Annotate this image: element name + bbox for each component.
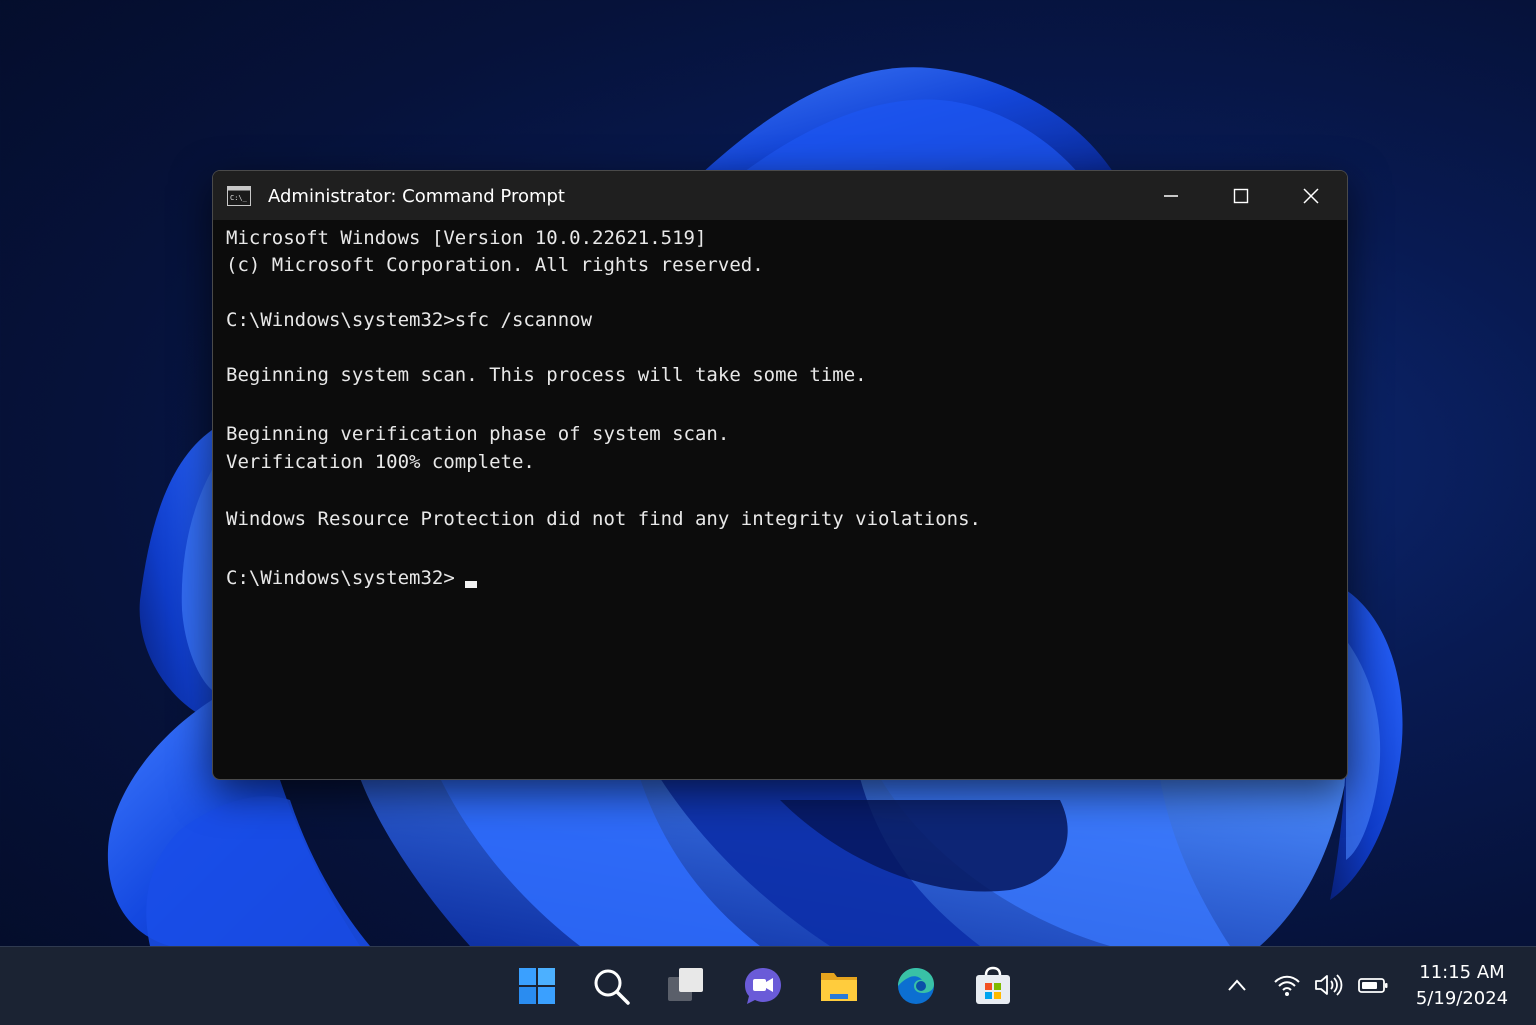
svg-text:C:\_: C:\_ — [230, 194, 248, 202]
text-cursor — [464, 581, 477, 588]
task-view-icon[interactable] — [665, 965, 707, 1007]
wifi-icon[interactable] — [1273, 971, 1301, 999]
command-prompt-icon: C:\_ — [227, 186, 251, 206]
console-line: Microsoft Windows [Version 10.0.22621.51… — [226, 227, 707, 249]
window-title: Administrator: Command Prompt — [268, 186, 565, 207]
console-line: Beginning system scan. This process will… — [226, 364, 867, 386]
prompt-line[interactable]: C:\Windows\system32> — [226, 565, 477, 593]
search-icon[interactable] — [590, 965, 632, 1007]
microsoft-store-icon[interactable] — [972, 965, 1014, 1007]
console-line: (c) Microsoft Corporation. All rights re… — [226, 254, 764, 276]
taskbar — [0, 946, 1536, 1025]
console-line: Beginning verification phase of system s… — [226, 423, 730, 445]
minimize-button[interactable] — [1136, 171, 1206, 220]
console-line: C:\Windows\system32>sfc /scannow — [226, 309, 593, 331]
console-line: Windows Resource Protection did not find… — [226, 508, 981, 530]
console-output[interactable]: Microsoft Windows [Version 10.0.22621.51… — [226, 225, 1334, 769]
chevron-up-icon[interactable] — [1226, 971, 1248, 999]
edge-browser-icon[interactable] — [895, 965, 937, 1007]
teams-chat-icon[interactable] — [742, 965, 784, 1007]
clock-time: 11:15 AM — [1419, 962, 1505, 983]
file-explorer-icon[interactable] — [818, 965, 860, 1007]
taskbar-clock[interactable]: 11:15 AM 5/19/2024 — [1410, 960, 1514, 1012]
clock-date: 5/19/2024 — [1415, 988, 1509, 1009]
maximize-icon — [1233, 188, 1249, 203]
close-icon — [1303, 187, 1319, 204]
windows-start-icon[interactable] — [516, 965, 558, 1007]
title-bar[interactable]: C:\_ Administrator: Command Prompt — [213, 171, 1347, 220]
volume-icon[interactable] — [1313, 971, 1343, 999]
minimize-icon — [1164, 194, 1178, 197]
console-line: Verification 100% complete. — [226, 451, 535, 473]
close-button[interactable] — [1276, 171, 1346, 220]
battery-icon[interactable] — [1357, 971, 1389, 999]
maximize-button[interactable] — [1206, 171, 1276, 220]
command-prompt-window[interactable]: C:\_ Administrator: Command Prompt Micro… — [212, 170, 1348, 780]
prompt-text: C:\Windows\system32> — [226, 567, 455, 589]
